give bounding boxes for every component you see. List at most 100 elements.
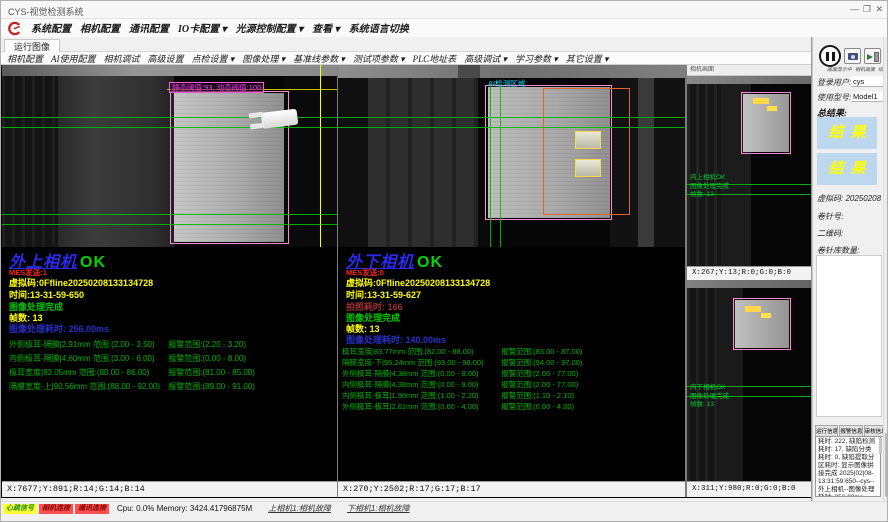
arrow-export-icon	[867, 54, 873, 60]
toolbar-item[interactable]: 点检设置 ▾	[192, 52, 235, 65]
measurement-alarm-range: 报警范围:(2.20 - 3.20)	[168, 339, 246, 350]
mid-camera-image[interactable]: AI检测区域	[338, 65, 685, 247]
measurement-alarm-range: 报警范围:(2.00 - 77.00)	[501, 368, 578, 379]
threshold-roi-label: 静态阈值:93, 动态阈值:100	[169, 82, 264, 93]
menu-bar: 系统配置相机配置通讯配置 IO卡配置 ▾ 光源控制配置 ▾ 查看 ▾ 系统语言切换	[1, 19, 888, 37]
tab-row: 运行图像	[1, 37, 888, 52]
measurement-value: 内侧极耳-极耳|1.90mm 范围:(1.00 - 2.20)	[342, 390, 499, 401]
process-time-text: 图像处理耗时: 256.00ms	[9, 322, 109, 335]
measurement-value: 极耳宽度|83.05mm 范围:(80.00 - 86.00)	[9, 367, 166, 378]
qr-code-label: 二维码:	[817, 228, 843, 239]
caption-item[interactable]: 画面显示中	[827, 66, 852, 73]
pause-button[interactable]	[819, 45, 841, 67]
view-mode-caption: 画面显示中相机画面绘制画面	[827, 66, 888, 73]
log-text-box[interactable]: 耗时: 222, 缺陷检测耗时: 17, 缺陷分类耗时: 0, 缺陷提取分区耗时…	[815, 436, 881, 497]
measurement-alarm-range: 报警范围:(2.00 - 77.00)	[501, 379, 578, 390]
measurement-alarm-range: 报警范围:(94.00 - 97.00)	[501, 357, 582, 368]
camera-connection-badge: 相机连接	[39, 504, 73, 514]
small-top-camera-image[interactable]: 内上相机OK图像处理完成帧数: 13	[687, 76, 811, 266]
measurement-row: 外侧极耳-极耳|2.61mm 范围:(0.60 - 4.00) 报警范围:(0.…	[342, 401, 668, 412]
measurement-row: 内侧极耳-隔膜|4.38mm 范围:(0.00 - 9.00) 报警范围:(2.…	[342, 379, 668, 390]
mid-pixel-info: X:270;Y:2502;R:17;G:17;B:17	[338, 481, 685, 497]
menu-item[interactable]: 系统配置	[31, 20, 71, 35]
measurement-row: 隔膜宽度-下|95.24mm 范围:(93.00 - 98.00) 报警范围:(…	[342, 357, 668, 368]
machine-right-bar	[638, 78, 654, 247]
log-scrollbar-thumb[interactable]	[879, 438, 882, 454]
model-field: 使用型号: Model1	[817, 92, 888, 104]
menu-item[interactable]: IO卡配置 ▾	[178, 20, 227, 35]
overlay-line: 图像处理完成	[690, 393, 729, 402]
toolbar-item[interactable]: 高级设置	[148, 52, 184, 65]
left-measurement-list: 外侧极耳-隔膜|2.91mm 范围:(2.00 - 3.50) 报警范围:(2.…	[9, 339, 335, 395]
sidebar-scrollbar[interactable]	[883, 37, 888, 501]
camera-view-button[interactable]	[844, 48, 861, 64]
machine-top-rail	[2, 65, 337, 76]
toolbar-item[interactable]: AI使用配置	[51, 52, 96, 65]
toolbar-item[interactable]: PLC地址表	[413, 52, 457, 65]
toolbar-item[interactable]: 基准线参数 ▾	[293, 52, 345, 65]
yellow-measure-mark	[761, 313, 771, 318]
toolbar-item[interactable]: 相机调试	[104, 52, 140, 65]
toolbar-item[interactable]: 测试项参数 ▾	[353, 52, 405, 65]
yellow-measure-mark	[745, 306, 761, 312]
yellow-measure-mark	[767, 106, 777, 111]
measurement-value: 隔膜宽度-下|95.24mm 范围:(93.00 - 98.00)	[342, 357, 499, 368]
yellow-measure-mark	[753, 98, 769, 104]
measurement-row: 极耳宽度|83.05mm 范围:(80.00 - 86.00) 报警范围:(81…	[9, 367, 335, 381]
baseline-green-line	[2, 214, 337, 215]
measurement-value: 外侧极耳-隔膜|4.38mm 范围:(0.00 - 9.00)	[342, 368, 499, 379]
result-box-2: 结果	[817, 153, 877, 185]
menu-item[interactable]: 查看 ▾	[312, 20, 340, 35]
left-camera-image[interactable]: 静态阈值:93, 动态阈值:100	[2, 65, 337, 247]
process-time-text: 图像处理耗时: 140.00ms	[346, 333, 446, 346]
baseline-green-vline	[490, 85, 491, 247]
measurement-alarm-range: 报警范围:(0.60 - 4.00)	[501, 401, 574, 412]
app-logo-icon	[7, 21, 22, 36]
small-bottom-pixel-info: X:311;Y:980;R:0;G:0;B:0	[687, 481, 811, 497]
measurement-row: 内侧极耳-隔膜|4.60mm 范围:(3.00 - 6.00) 报警范围:(0.…	[9, 353, 335, 367]
login-user-label: 登录用户:	[817, 78, 851, 87]
overlay-line: 帧数: 13	[690, 191, 729, 200]
toolbar-item[interactable]: 学习参数 ▾	[515, 52, 558, 65]
status-bar: 心跳信号 相机连接 通讯连接 Cpu: 0.0% Memory: 3424.41…	[1, 501, 888, 515]
cpu-memory-text: Cpu: 0.0% Memory: 3424.41796875M	[117, 504, 252, 513]
menu-item[interactable]: 光源控制配置 ▾	[236, 20, 304, 35]
minimize-button-icon[interactable]: —	[850, 4, 859, 14]
caption-item[interactable]: 相机画面	[855, 66, 875, 73]
login-user-field: 登录用户: cys	[817, 77, 888, 89]
measurement-alarm-range: 报警范围:(0.00 - 8.00)	[168, 353, 246, 364]
sidebar: 画面显示中相机画面绘制画面 登录用户: cys 使用型号: Model1 总结果…	[812, 37, 888, 501]
toolbar-item[interactable]: 高级调试 ▾	[464, 52, 507, 65]
maximize-button-icon[interactable]: ❐	[863, 4, 871, 15]
mid-measurement-list: 极耳宽度|83.77mm 范围:(82.00 - 88.00) 报警范围:(83…	[342, 346, 668, 412]
toolbar-item[interactable]: 图像处理 ▾	[242, 52, 285, 65]
small-bottom-camera-image[interactable]: 内下相机OK图像处理完成帧数: 13	[687, 280, 811, 481]
overlay-line: 内下相机OK	[690, 384, 729, 393]
measurement-alarm-range: 报警范围:(89.00 - 91.00)	[168, 381, 255, 392]
tab-highlight	[575, 131, 601, 149]
machine-columns	[368, 78, 478, 247]
roi-box	[733, 298, 791, 350]
pause-icon	[826, 52, 829, 61]
ai-roi-box	[543, 88, 630, 215]
bottom-camera-fault-link[interactable]: 下相机1:相机故障	[347, 503, 410, 514]
menu-item[interactable]: 相机配置	[80, 20, 120, 35]
export-button[interactable]	[864, 48, 881, 64]
machine-left-frame	[2, 76, 58, 247]
needle-number-label: 卷针号:	[817, 211, 843, 222]
camera-status-ok: OK	[80, 254, 106, 271]
top-camera-fault-link[interactable]: 上相机1:相机故障	[268, 503, 331, 514]
close-button-icon[interactable]: ✕	[875, 4, 883, 15]
toolbar-item[interactable]: 其它设置 ▾	[566, 52, 609, 65]
menu-item[interactable]: 系统语言切换	[349, 20, 409, 35]
measurement-value: 外侧极耳-极耳|2.61mm 范围:(0.60 - 4.00)	[342, 401, 499, 412]
measurement-value: 外侧极耳-隔膜|2.91mm 范围:(2.00 - 3.50)	[9, 339, 166, 350]
door-icon	[874, 52, 879, 62]
menu-item[interactable]: 通讯配置	[129, 20, 169, 35]
measurement-value: 极耳宽度|83.77mm 范围:(82.00 - 88.00)	[342, 346, 499, 357]
machine-top-rail	[687, 280, 811, 288]
toolbar-item[interactable]: 相机配置	[7, 52, 43, 65]
toolbar: 相机配置 AI使用配置相机调试高级设置点检设置 ▾ 图像处理 ▾ 基准线参数 ▾ 测试项…	[1, 52, 811, 65]
ai-region-label: AI检测区域	[488, 78, 525, 89]
result-list-box[interactable]	[816, 255, 882, 417]
